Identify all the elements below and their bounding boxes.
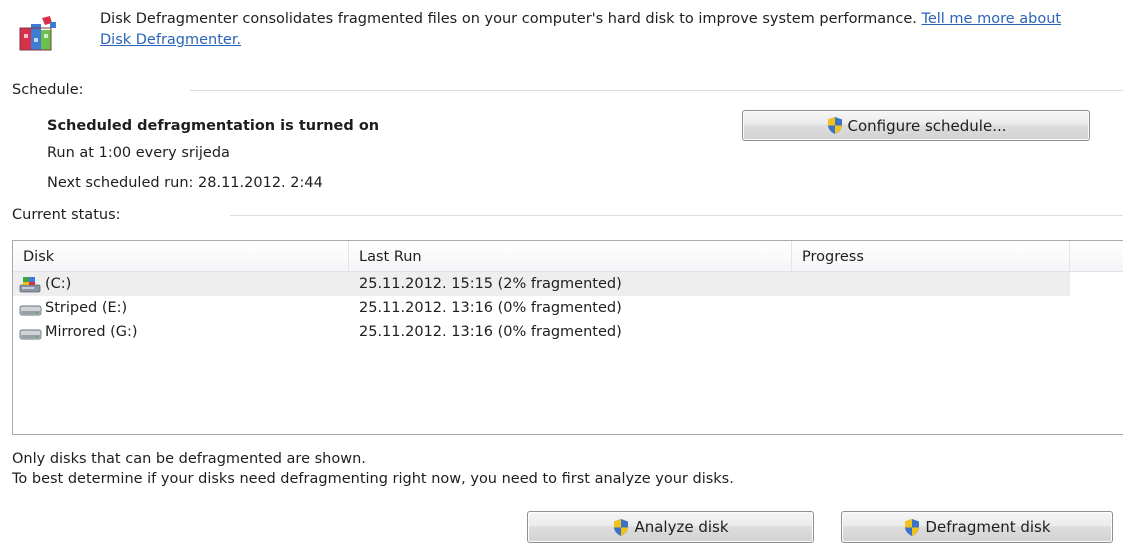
disk-last-run: 25.11.2012. 13:16 (0% fragmented) xyxy=(359,324,622,340)
intro-text: Disk Defragmenter consolidates fragmente… xyxy=(100,11,917,27)
current-status-section-label: Current status: xyxy=(12,207,121,223)
uac-shield-icon xyxy=(905,518,920,536)
disk-row-c[interactable]: (C:) 25.11.2012. 15:15 (2% fragmented) xyxy=(13,272,1070,296)
disk-name: (C:) xyxy=(45,276,72,292)
analyze-advice-note: To best determine if your disks need def… xyxy=(12,471,734,487)
disk-defragmenter-app-icon xyxy=(19,16,56,51)
system-drive-icon xyxy=(19,276,41,292)
analyze-disk-label: Analyze disk xyxy=(634,518,729,536)
disk-name: Mirrored (G:) xyxy=(45,324,138,340)
column-header-last-run[interactable]: Last Run xyxy=(349,241,792,271)
hard-drive-icon xyxy=(19,329,42,339)
hard-drive-icon xyxy=(19,305,42,315)
analyze-disk-button[interactable]: Analyze disk xyxy=(527,511,814,543)
configure-schedule-label: Configure schedule... xyxy=(847,116,1007,135)
schedule-run-time: Run at 1:00 every srijeda xyxy=(47,145,230,161)
defragment-disk-label: Defragment disk xyxy=(925,518,1051,536)
schedule-divider xyxy=(190,90,1123,91)
uac-shield-icon xyxy=(614,518,629,536)
disk-row-g[interactable]: Mirrored (G:) 25.11.2012. 13:16 (0% frag… xyxy=(13,320,1070,344)
column-header-disk[interactable]: Disk xyxy=(13,241,349,271)
shown-disks-note: Only disks that can be defragmented are … xyxy=(12,451,366,467)
current-status-divider xyxy=(230,215,1123,216)
schedule-section-label: Schedule: xyxy=(12,82,84,98)
defragment-disk-button[interactable]: Defragment disk xyxy=(841,511,1113,543)
column-header-progress[interactable]: Progress xyxy=(792,241,1070,271)
disk-row-e[interactable]: Striped (E:) 25.11.2012. 13:16 (0% fragm… xyxy=(13,296,1070,320)
disk-last-run: 25.11.2012. 15:15 (2% fragmented) xyxy=(359,276,622,292)
configure-schedule-button[interactable]: Configure schedule... xyxy=(742,110,1090,141)
intro-description: Disk Defragmenter consolidates fragmente… xyxy=(100,9,1090,51)
disk-last-run: 25.11.2012. 13:16 (0% fragmented) xyxy=(359,300,622,316)
disk-list-header: Disk Last Run Progress xyxy=(13,241,1123,272)
schedule-next-run: Next scheduled run: 28.11.2012. 2:44 xyxy=(47,175,323,191)
disk-name: Striped (E:) xyxy=(45,300,128,316)
disk-list[interactable]: Disk Last Run Progress (C:) 25.11.2012. … xyxy=(12,240,1123,435)
schedule-status-title: Scheduled defragmentation is turned on xyxy=(47,118,380,134)
uac-shield-icon xyxy=(827,117,842,134)
